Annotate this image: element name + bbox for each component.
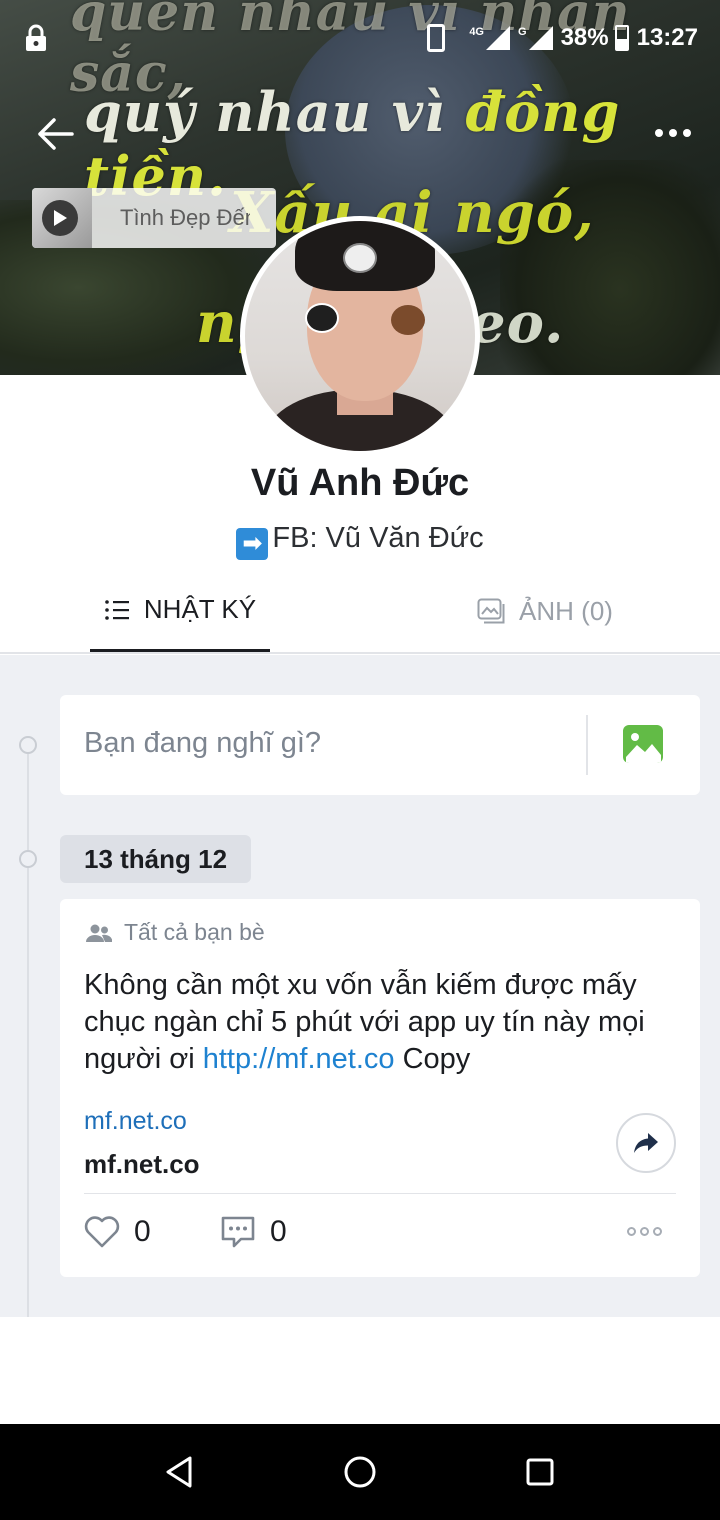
bear-sticker-brown — [391, 305, 425, 335]
arrow-emoji-icon: ➡ — [236, 528, 269, 560]
share-arrow-icon — [634, 1133, 658, 1153]
status-composer[interactable]: Bạn đang nghĩ gì? — [60, 695, 700, 795]
battery-percent: 38% — [560, 24, 609, 51]
signal-icon-2 — [528, 26, 553, 50]
post-text: Không cần một xu vốn vẫn kiếm được mấy c… — [84, 967, 684, 1078]
signal-icon — [486, 26, 510, 50]
network-label-g: G — [518, 26, 527, 38]
post-actions: 0 0 — [84, 1215, 676, 1259]
profile-bio-text: FB: Vũ Văn Đức — [272, 522, 484, 554]
profile-bio: ➡ FB: Vũ Văn Đức — [0, 522, 720, 560]
nav-home-icon[interactable] — [340, 1452, 380, 1492]
album-icon — [477, 598, 505, 624]
avatar[interactable] — [240, 216, 480, 456]
link-preview-title[interactable]: mf.net.co — [84, 1149, 200, 1180]
post-divider — [84, 1193, 676, 1194]
post-privacy[interactable]: Tất cả bạn bè — [86, 919, 265, 946]
share-button[interactable] — [616, 1113, 676, 1173]
music-title: Tình Đẹp Đến — [120, 205, 250, 230]
like-count: 0 — [134, 1215, 151, 1248]
timeline-dot — [19, 850, 37, 868]
like-button[interactable]: 0 — [84, 1215, 151, 1249]
add-photo-icon[interactable] — [623, 725, 663, 763]
back-arrow-icon[interactable] — [30, 112, 80, 156]
list-icon — [105, 599, 129, 620]
post-text-tail: Copy — [394, 1043, 471, 1075]
status-bar: 4G G 38% 13:27 — [0, 0, 720, 80]
profile-name: Vũ Anh Đức — [250, 462, 470, 504]
heart-icon — [84, 1216, 120, 1248]
network-label-4g: 4G — [469, 26, 484, 38]
comment-count: 0 — [270, 1215, 287, 1248]
post-card[interactable]: Tất cả bạn bè Không cần một xu vốn vẫn k… — [60, 899, 700, 1277]
bear-sticker-white — [343, 243, 377, 273]
timeline-dot — [19, 736, 37, 754]
privacy-label: Tất cả bạn bè — [124, 919, 265, 945]
lock-icon — [26, 24, 46, 51]
post-more-icon[interactable] — [627, 1227, 662, 1236]
tab-diary[interactable]: NHẬT KÝ — [90, 570, 270, 652]
comment-button[interactable]: 0 — [220, 1215, 287, 1249]
friends-icon — [86, 924, 112, 942]
tab-photos[interactable]: ẢNH (0) — [460, 570, 630, 652]
timeline-line — [27, 745, 29, 1317]
cover-text-line2-a: quý nhau vì — [84, 80, 466, 144]
battery-icon — [614, 25, 629, 51]
avatar-photo — [245, 221, 475, 451]
cover-text-line5: eo. — [470, 290, 565, 356]
music-thumbnail — [32, 188, 92, 248]
comment-icon — [221, 1216, 255, 1248]
post-link[interactable]: http://mf.net.co — [203, 1043, 395, 1075]
nav-recents-icon[interactable] — [520, 1452, 560, 1492]
timeline-feed[interactable]: Bạn đang nghĩ gì? 13 tháng 12 Tất cả bạn… — [0, 655, 720, 1317]
profile-tabs: NHẬT KÝ ẢNH (0) — [0, 570, 720, 654]
clock: 13:27 — [636, 24, 698, 51]
profile-music-widget[interactable]: Tình Đẹp Đến — [32, 188, 276, 248]
status-right: 4G G 38% 13:27 — [427, 24, 698, 52]
tab-photos-label: ẢNH (0) — [519, 595, 613, 626]
tab-diary-label: NHẬT KÝ — [143, 594, 257, 624]
composer-placeholder[interactable]: Bạn đang nghĩ gì? — [84, 727, 321, 760]
bear-sticker-panda — [305, 303, 339, 333]
more-options-icon[interactable] — [648, 118, 698, 148]
nav-back-icon[interactable] — [160, 1452, 200, 1492]
phone-icon — [427, 24, 446, 52]
play-icon[interactable] — [42, 200, 78, 236]
link-preview-domain[interactable]: mf.net.co — [84, 1107, 187, 1136]
system-nav-bar — [0, 1424, 720, 1520]
composer-divider — [586, 715, 588, 775]
date-chip: 13 tháng 12 — [60, 835, 252, 883]
